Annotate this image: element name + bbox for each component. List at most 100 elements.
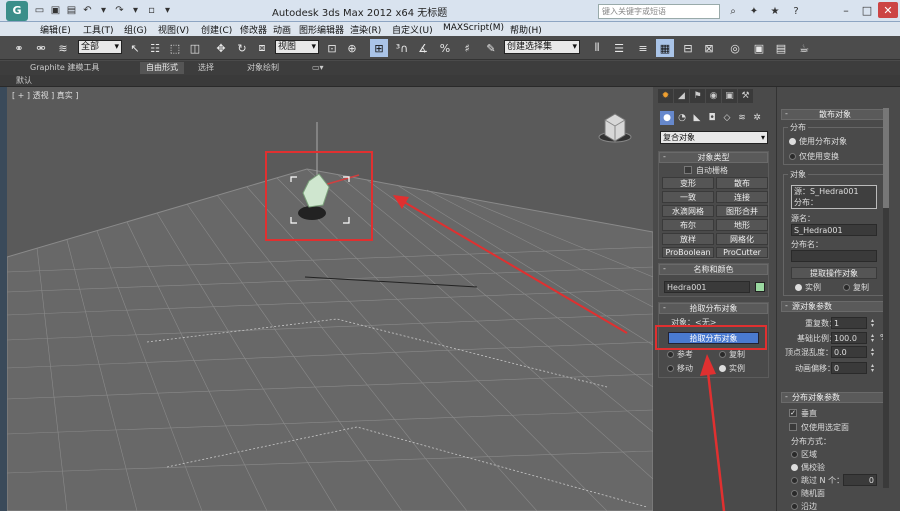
rendered-frame-icon[interactable]: ▤ — [772, 39, 790, 57]
operand-distribution-item[interactable]: 分布： — [794, 197, 874, 208]
open-file-icon[interactable]: ▣ — [48, 3, 63, 18]
distribution-name-field[interactable] — [791, 250, 877, 262]
close-icon[interactable]: ✕ — [878, 2, 898, 18]
perspective-viewport[interactable]: [ + ] 透视 ] 真实 ] — [7, 87, 653, 511]
base-scale-field[interactable]: 100.0 — [831, 332, 867, 344]
use-distribution-object-radio[interactable] — [789, 138, 796, 145]
select-object-icon[interactable]: ↖ — [126, 39, 144, 57]
tab-graphite-modeling[interactable]: Graphite 建模工具 — [30, 62, 99, 74]
align-icon[interactable]: ☰ — [610, 39, 628, 57]
viewport-label[interactable]: [ + ] 透视 ] 真实 ] — [12, 90, 78, 101]
utilities-tab-icon[interactable]: ⚒ — [738, 89, 753, 103]
shapes-icon[interactable]: ◔ — [675, 111, 689, 125]
loft-button[interactable]: 放样 — [662, 233, 714, 245]
redo-icon[interactable]: ↷ — [112, 3, 127, 18]
named-selection-set-select[interactable]: 创建选择集 — [504, 40, 580, 54]
conform-button[interactable]: 一致 — [662, 191, 714, 203]
source-name-field[interactable]: S_Hedra001 — [791, 224, 877, 236]
vertex-chaos-spinner[interactable]: ▴ ▾ — [871, 347, 877, 358]
unlink-icon[interactable]: ⚮ — [32, 39, 50, 57]
spacewarps-icon[interactable]: ≋ — [735, 111, 749, 125]
undo-dropdown-icon[interactable]: ▾ — [96, 3, 111, 18]
reference-coordinate-select[interactable]: 视图 — [275, 40, 319, 54]
new-file-icon[interactable]: ▭ — [32, 3, 47, 18]
systems-icon[interactable]: ✲ — [750, 111, 764, 125]
object-color-swatch[interactable] — [755, 282, 765, 292]
rect-selection-icon[interactable]: ⬚ — [166, 39, 184, 57]
render-production-icon[interactable]: ☕ — [795, 39, 813, 57]
menu-create[interactable]: 创建(C) — [201, 23, 232, 36]
binoculars-icon[interactable]: ⌕ — [724, 3, 742, 19]
source-params-header[interactable]: - 源对象参数 — [781, 301, 889, 312]
morph-button[interactable]: 变形 — [662, 177, 714, 189]
motion-tab-icon[interactable]: ◉ — [706, 89, 721, 103]
right-panel-scroll-thumb[interactable] — [883, 108, 889, 208]
animation-offset-spinner[interactable]: ▴ ▾ — [871, 363, 877, 374]
bind-spacewarp-icon[interactable]: ≋ — [54, 39, 72, 57]
mesher-button[interactable]: 网格化 — [716, 233, 768, 245]
pick-distribution-header[interactable]: - 拾取分布对象 — [659, 303, 768, 314]
cameras-icon[interactable]: ◘ — [705, 111, 719, 125]
connect-button[interactable]: 连接 — [716, 191, 768, 203]
select-by-name-icon[interactable]: ☷ — [146, 39, 164, 57]
blobmesh-button[interactable]: 水滴网格 — [662, 205, 714, 217]
category-dropdown[interactable]: 复合对象 — [660, 131, 768, 144]
mirror-icon[interactable]: ⫴ — [588, 39, 606, 57]
spinner-snap-icon[interactable]: ♯ — [458, 39, 476, 57]
menu-rendering[interactable]: 渲染(R) — [350, 23, 381, 36]
layer-manager-icon[interactable]: ≡ — [634, 39, 652, 57]
graphite-toggle-icon[interactable]: ▦ — [656, 39, 674, 57]
operand-source-item[interactable]: 源：S_Hedra001 — [794, 186, 874, 197]
ribbon-default-label[interactable]: 默认 — [16, 75, 32, 86]
maximize-icon[interactable]: □ — [857, 2, 877, 18]
move-icon[interactable]: ✥ — [212, 39, 230, 57]
minimize-icon[interactable]: – — [836, 2, 856, 18]
redo-dropdown-icon[interactable]: ▾ — [128, 3, 143, 18]
edit-named-selection-icon[interactable]: ✎ — [482, 39, 500, 57]
duplicates-field[interactable]: 1 — [831, 317, 867, 329]
window-crossing-icon[interactable]: ◫ — [186, 39, 204, 57]
perpendicular-checkbox[interactable]: ✓ — [789, 409, 797, 417]
random-faces-radio[interactable] — [791, 490, 798, 497]
select-link-icon[interactable]: ⚭ — [10, 39, 28, 57]
distribution-params-header[interactable]: - 分布对象参数 — [781, 392, 889, 403]
menu-tools[interactable]: 工具(T) — [83, 23, 114, 36]
communication-icon[interactable]: ★ — [766, 3, 784, 19]
tab-object-paint[interactable]: 对象绘制 — [247, 62, 279, 74]
tab-freeform[interactable]: 自由形式 — [140, 62, 184, 74]
menu-maxscript[interactable]: MAXScript(M) — [443, 23, 504, 33]
lights-icon[interactable]: ◣ — [690, 111, 704, 125]
undo-icon[interactable]: ↶ — [80, 3, 95, 18]
curve-editor-icon[interactable]: ⊟ — [679, 39, 697, 57]
area-radio[interactable] — [791, 451, 798, 458]
material-editor-icon[interactable]: ◎ — [726, 39, 744, 57]
project-folder-icon[interactable]: ▫ — [144, 3, 159, 18]
hierarchy-tab-icon[interactable]: ⚑ — [690, 89, 705, 103]
geometry-icon[interactable]: ● — [660, 111, 674, 125]
display-tab-icon[interactable]: ▣ — [722, 89, 737, 103]
terrain-button[interactable]: 地形 — [716, 219, 768, 231]
menu-modifiers[interactable]: 修改器 — [240, 23, 267, 36]
viewcube-icon[interactable] — [598, 113, 632, 143]
create-tab-icon[interactable]: ✹ — [658, 89, 673, 103]
render-setup-icon[interactable]: ▣ — [750, 39, 768, 57]
menu-graph-editors[interactable]: 图形编辑器 — [299, 23, 344, 36]
use-transforms-only-radio[interactable] — [789, 153, 796, 160]
manipulate-icon[interactable]: ⊕ — [343, 39, 361, 57]
object-name-field[interactable]: Hedra001 — [664, 281, 750, 293]
save-icon[interactable]: ▤ — [64, 3, 79, 18]
rotate-icon[interactable]: ↻ — [233, 39, 251, 57]
subscription-icon[interactable]: ✦ — [745, 3, 763, 19]
extract-operand-button[interactable]: 提取操作对象 — [791, 267, 877, 279]
keyboard-shortcut-override-icon[interactable]: ⊞ — [370, 39, 388, 57]
base-scale-spinner[interactable]: ▴ ▾ — [871, 333, 877, 344]
even-radio[interactable] — [791, 464, 798, 471]
menu-animation[interactable]: 动画 — [273, 23, 291, 36]
move-radio[interactable] — [667, 365, 674, 372]
object-type-header[interactable]: - 对象类型 — [659, 152, 768, 163]
menu-group[interactable]: 组(G) — [124, 23, 147, 36]
modify-tab-icon[interactable]: ◢ — [674, 89, 689, 103]
tab-selection[interactable]: 选择 — [198, 62, 214, 74]
along-edges-radio[interactable] — [791, 503, 798, 510]
duplicates-spinner[interactable]: ▴ ▾ — [871, 318, 877, 329]
